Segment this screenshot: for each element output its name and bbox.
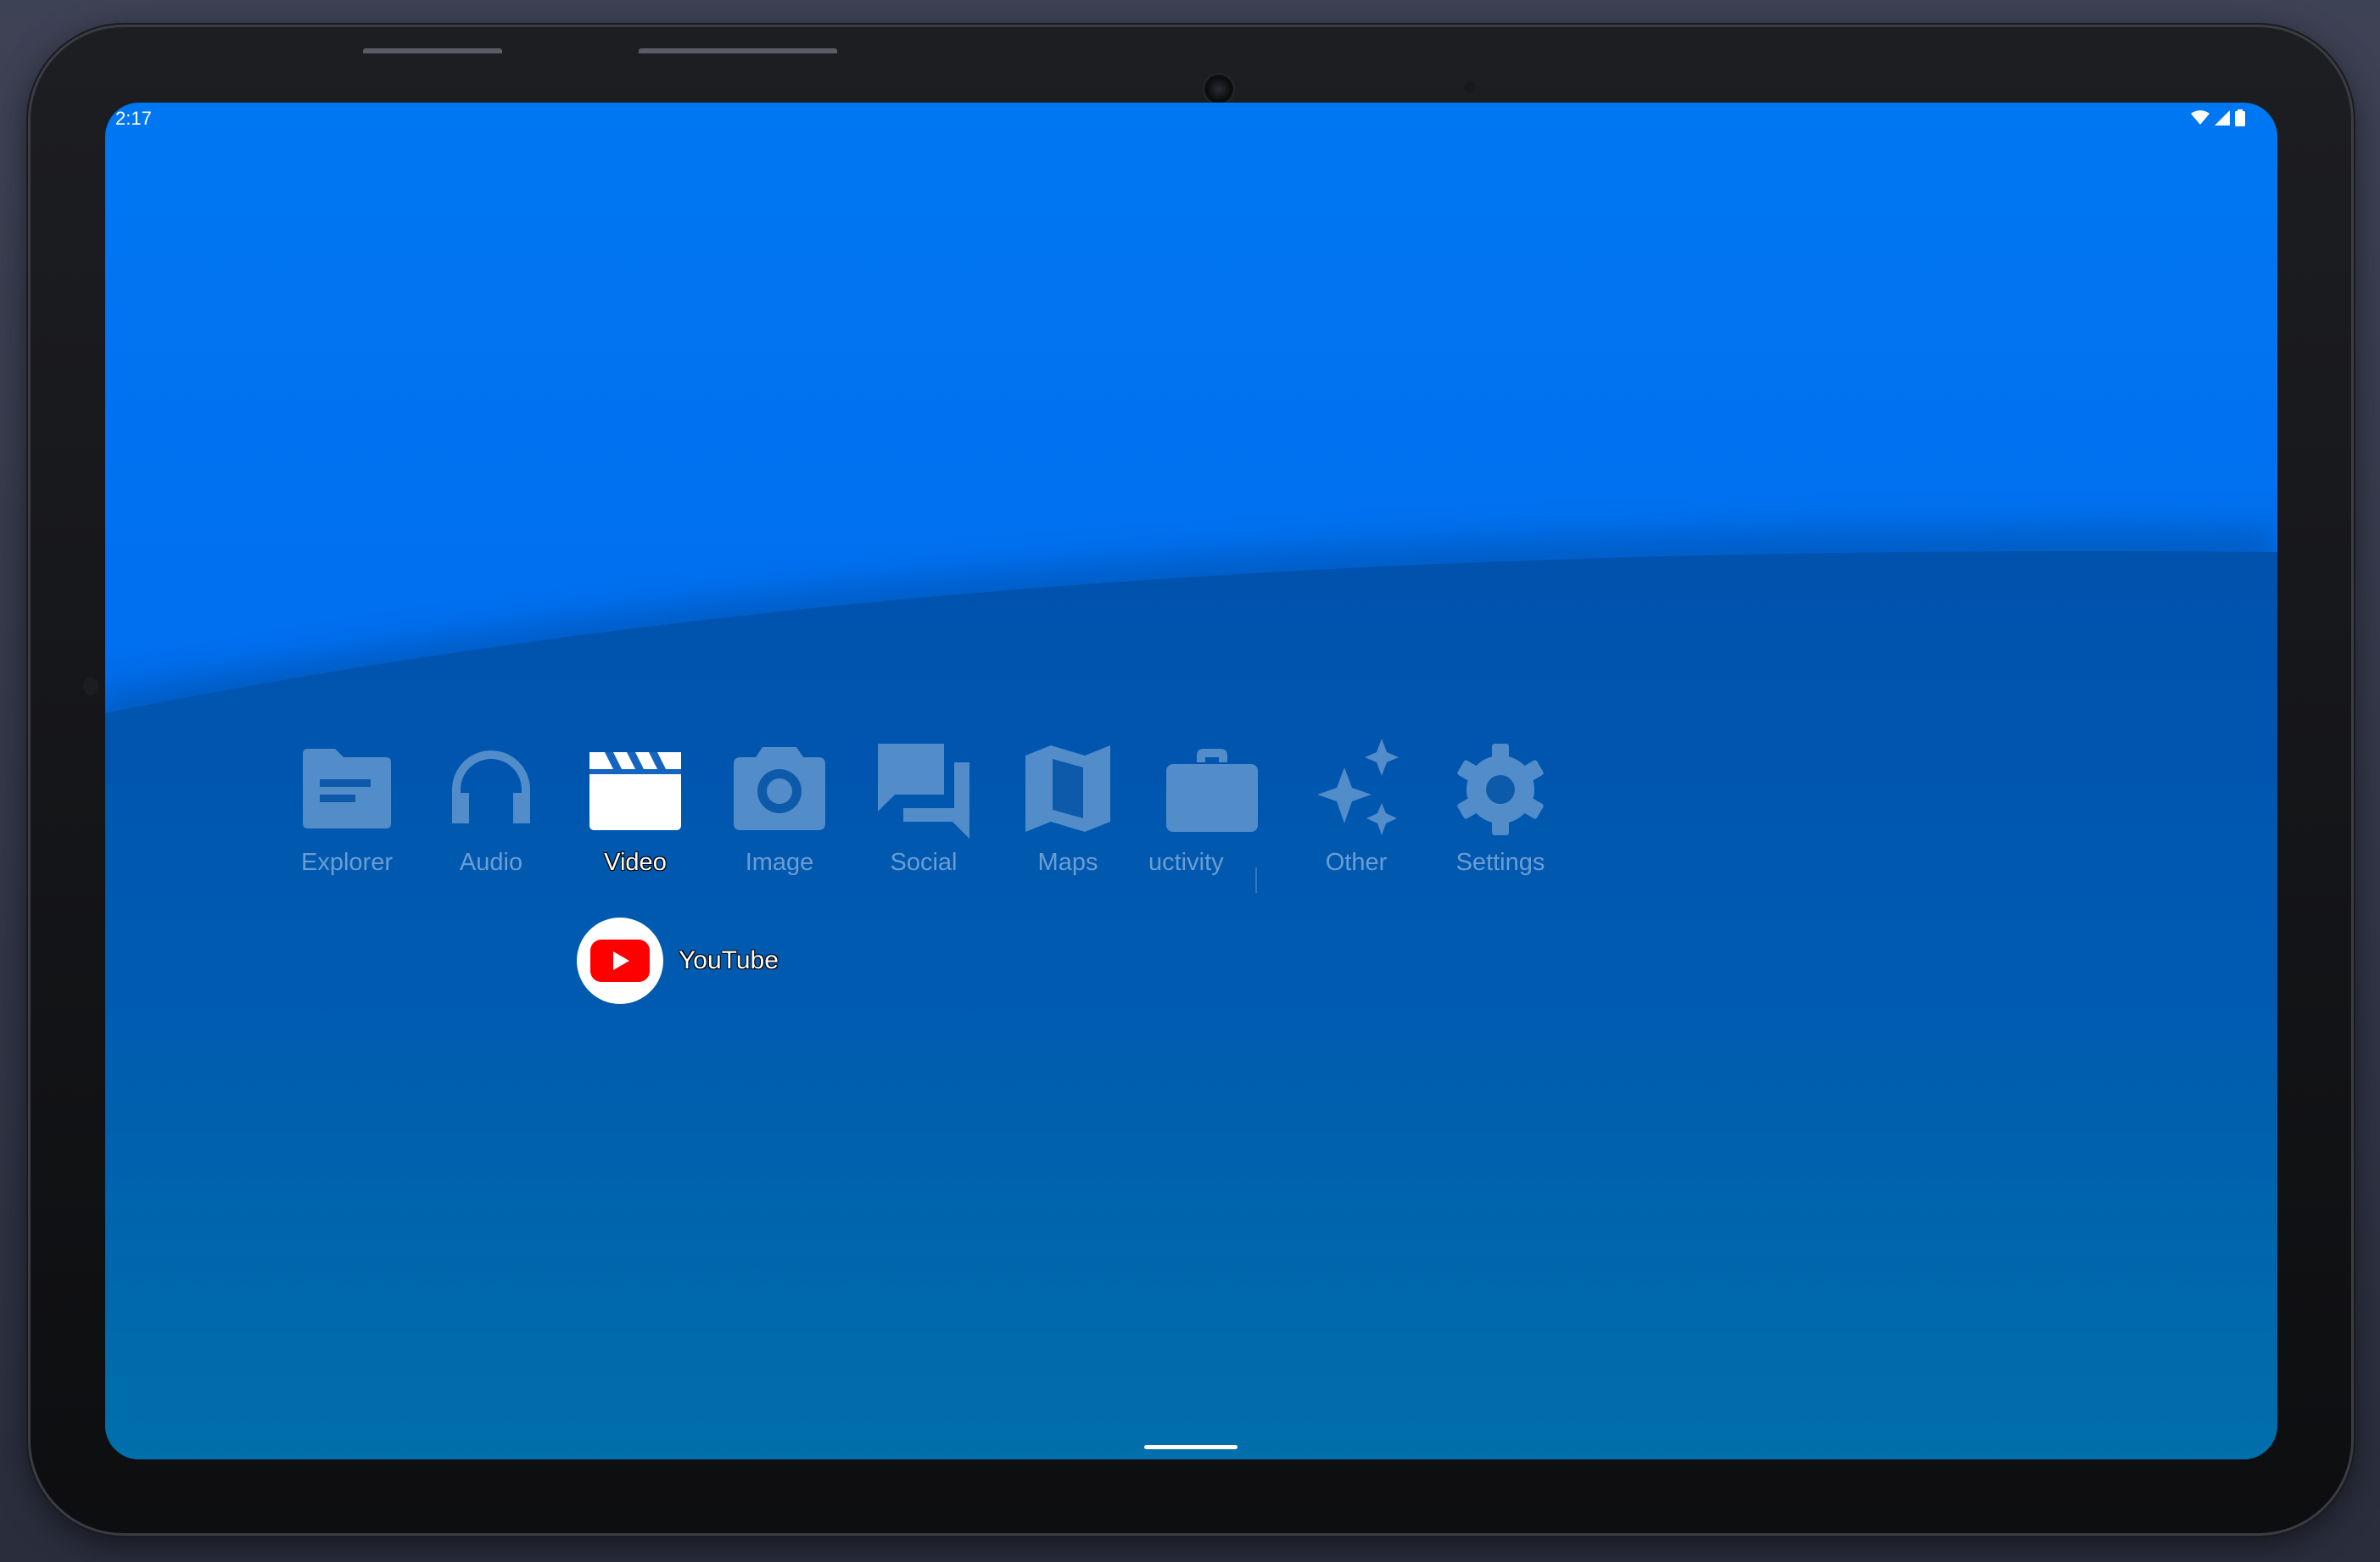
category-video[interactable]: Video: [563, 739, 707, 908]
status-icons: [2191, 109, 2245, 126]
category-label: uctivity: [1148, 849, 1224, 876]
category-label: Explorer: [301, 849, 393, 876]
category-maps[interactable]: Maps: [996, 739, 1140, 908]
light-sensor: [1464, 81, 1476, 93]
category-label: Other: [1325, 849, 1388, 876]
volume-button: [639, 48, 837, 53]
category-label: Audio: [459, 849, 523, 876]
side-sensor: [83, 677, 98, 695]
category-bar: Explorer Audio Video Image Social Maps u…: [275, 739, 1573, 908]
category-audio[interactable]: Audio: [419, 739, 563, 908]
app-label: YouTube: [679, 946, 779, 974]
home-screen: 2:17 Explorer Audio Video Image Social M…: [105, 103, 2277, 1459]
front-camera: [1204, 75, 1233, 103]
cell-signal-icon: [2215, 110, 2230, 126]
category-settings[interactable]: Settings: [1428, 739, 1573, 908]
battery-icon: [2235, 109, 2245, 126]
wifi-icon: [2191, 110, 2210, 126]
power-button: [363, 48, 502, 53]
category-divider: [1255, 867, 1257, 893]
sparkles-icon: [1305, 739, 1407, 840]
category-label: Image: [745, 849, 814, 876]
camera-icon: [729, 739, 830, 840]
category-label: Video: [604, 849, 667, 876]
gear-icon: [1450, 739, 1551, 840]
category-label: Social: [890, 849, 958, 876]
category-label: Settings: [1455, 849, 1545, 876]
category-image[interactable]: Image: [707, 739, 852, 908]
category-productivity[interactable]: uctivity: [1140, 739, 1284, 908]
status-clock: 2:17: [115, 108, 152, 129]
chat-bubbles-icon: [873, 739, 975, 840]
home-gesture-bar[interactable]: [1144, 1445, 1237, 1449]
clapperboard-icon: [584, 739, 686, 840]
briefcase-icon: [1161, 739, 1263, 840]
map-icon: [1017, 739, 1119, 840]
status-bar: 2:17: [105, 103, 2277, 137]
headphones-icon: [440, 739, 542, 840]
category-other[interactable]: Other: [1284, 739, 1428, 908]
youtube-icon: [577, 918, 663, 1004]
category-social[interactable]: Social: [852, 739, 996, 908]
app-youtube[interactable]: YouTube: [577, 917, 779, 1005]
folder-icon: [296, 739, 398, 840]
category-explorer[interactable]: Explorer: [275, 739, 419, 908]
category-label: Maps: [1037, 849, 1098, 876]
